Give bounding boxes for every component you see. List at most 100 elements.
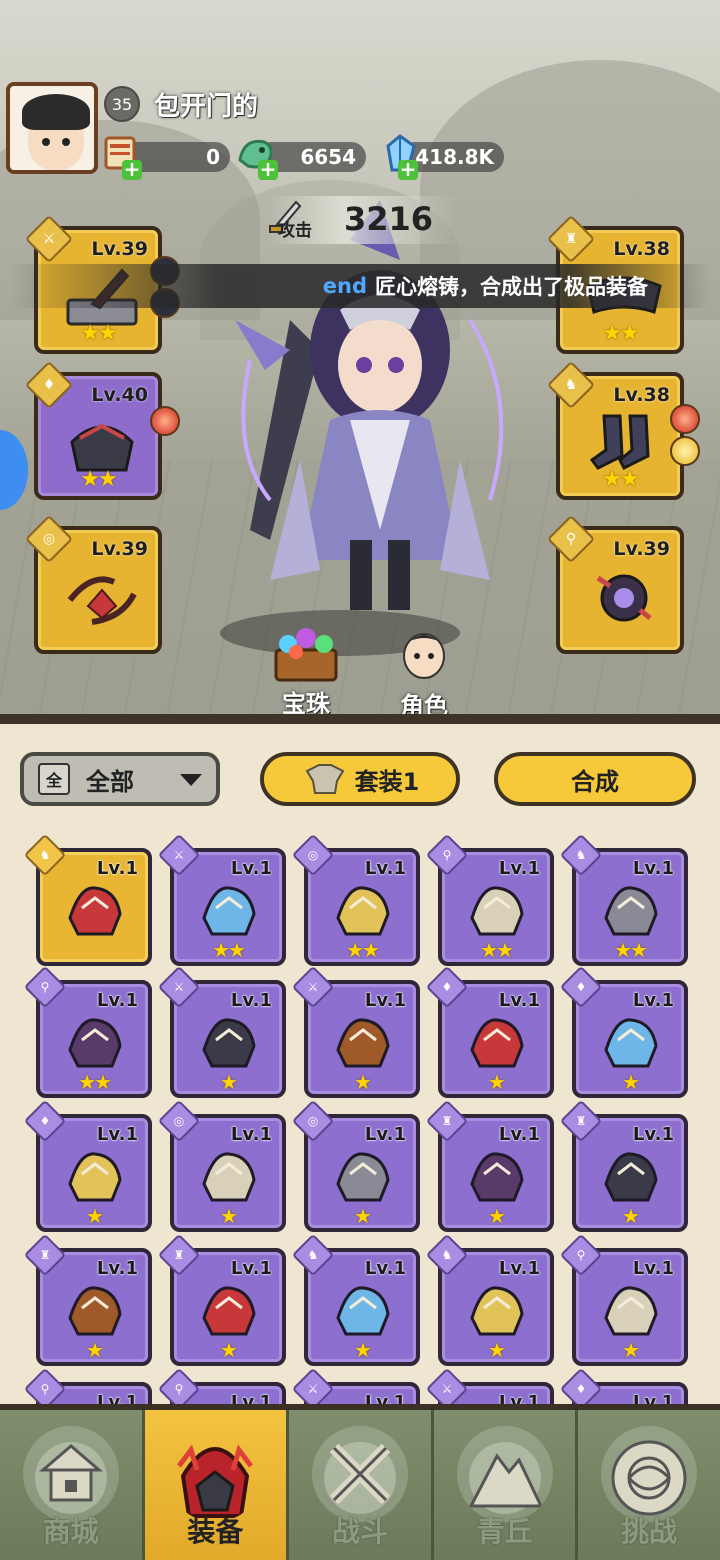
slot-type-icon: ♜ (23, 1233, 67, 1277)
equip-stars: ★★ (80, 467, 117, 492)
slot-type-icon: ♜ (559, 1099, 603, 1143)
item-stars: ★ (354, 1338, 372, 1362)
item-level: Lv.1 (96, 1258, 138, 1279)
inventory-item[interactable]: ♞ Lv.1 ★ (425, 1233, 554, 1366)
nav-equipment[interactable]: 装备 (144, 1410, 290, 1560)
item-level: Lv.1 (364, 1258, 406, 1279)
inventory-item[interactable]: ⚔ Lv.1 ★★ (157, 833, 286, 966)
set-button[interactable]: 套装1 (260, 752, 460, 806)
dark-belt-icon (68, 1286, 122, 1336)
lava-boots-icon (336, 1286, 390, 1336)
item-stars: ★★ (480, 938, 514, 962)
attack-label: 攻击 (278, 221, 312, 241)
inventory-item[interactable]: ♦ Lv.1 ★ (425, 965, 554, 1098)
inventory-item[interactable]: ♜ Lv.1 ★ (559, 1099, 688, 1232)
inventory-item[interactable]: ⚲ Lv.1 ★★ (23, 965, 152, 1098)
gold-gem-icon[interactable] (670, 436, 700, 466)
filter-label: 全部 (86, 767, 134, 796)
item-stars: ★★ (212, 938, 246, 962)
inventory-item[interactable]: ⚔ Lv.1 ★ (157, 965, 286, 1098)
item-stars: ★ (488, 1204, 506, 1228)
item-level: Lv.1 (96, 858, 138, 879)
slot-type-icon: ◎ (291, 833, 335, 877)
compose-label: 合成 (571, 767, 619, 796)
item-stars: ★★ (346, 938, 380, 962)
nav-label: 商城 (42, 1515, 99, 1548)
claw-necklace-icon (68, 1018, 122, 1068)
nav-label: 战斗 (331, 1515, 388, 1548)
item-level: Lv.1 (498, 858, 540, 879)
gold-armor-icon (68, 1152, 122, 1202)
equip-level: Lv.39 (91, 238, 148, 260)
item-level: Lv.1 (230, 990, 272, 1011)
slot-type-icon: ⚲ (559, 1233, 603, 1277)
item-level: Lv.1 (364, 1124, 406, 1145)
item-stars: ★ (622, 1338, 640, 1362)
inventory-item[interactable]: ♜ Lv.1 ★ (425, 1099, 554, 1232)
inventory-item[interactable]: ⚔ Lv.1 ★ (291, 965, 420, 1098)
equip-level: Lv.40 (91, 384, 148, 406)
red-gem-icon[interactable] (670, 404, 700, 434)
caret-down-icon (180, 774, 202, 786)
item-level: Lv.1 (230, 858, 272, 879)
nav-challenge[interactable]: 挑战 (578, 1410, 720, 1560)
item-stars: ★ (220, 1204, 238, 1228)
inventory-item[interactable]: ◎ Lv.1 ★ (157, 1099, 286, 1232)
slot-type-icon: ⚔ (157, 833, 201, 877)
slot-type-icon: ⚲ (425, 833, 469, 877)
red-gem-icon[interactable] (150, 406, 180, 436)
character-scene: 35 包开门的 0 + 6654 + 418.8K + 攻击 3216 ⚔ Lv… (0, 0, 720, 720)
equipment-icon (177, 1444, 254, 1518)
red-helmet-icon (470, 1018, 524, 1068)
gems-button[interactable]: 宝珠 (256, 622, 356, 719)
item-level: Lv.1 (632, 1258, 674, 1279)
slot-type-icon: ◎ (291, 1099, 335, 1143)
add-crystal-icon[interactable]: + (398, 159, 418, 180)
item-stars: ★ (220, 1070, 238, 1094)
player-name: 包开门的 (154, 92, 259, 122)
flame-pendant-icon (604, 1286, 658, 1336)
inventory-item[interactable]: ♞ Lv.1 ★★ (559, 833, 688, 966)
nav-battle[interactable]: 战斗 (289, 1410, 434, 1560)
gold-boots-icon (604, 886, 658, 936)
inventory-item[interactable]: ⚲ Lv.1 ★ (559, 1233, 688, 1366)
horn-belt-icon (202, 1286, 256, 1336)
golden-staff-icon (336, 1018, 390, 1068)
frost-belt-icon (604, 1152, 658, 1202)
inventory-item[interactable]: ♜ Lv.1 ★ (157, 1233, 286, 1366)
item-level: Lv.1 (230, 1258, 272, 1279)
add-jade-icon[interactable]: + (258, 159, 278, 180)
equip-slot-bracelet[interactable]: ◎ Lv.39 (24, 514, 162, 654)
ice-helmet-icon (604, 1018, 658, 1068)
compose-button[interactable]: 合成 (494, 752, 696, 806)
inventory-item[interactable]: ♜ Lv.1 ★ (23, 1233, 152, 1366)
item-stars: ★ (86, 1204, 104, 1228)
character-button[interactable]: 角色 (374, 622, 474, 720)
scene-divider (0, 714, 720, 724)
nav-qingqiu[interactable]: 青丘 (433, 1410, 579, 1560)
inventory-item[interactable]: ◎ Lv.1 ★★ (291, 833, 420, 966)
add-ticket-icon[interactable]: + (122, 159, 142, 180)
equip-slot-armor[interactable]: ♦ Lv.40 ★★ (24, 360, 162, 500)
inventory-item[interactable]: ♦ Lv.1 ★ (559, 965, 688, 1098)
item-level: Lv.1 (364, 858, 406, 879)
player-avatar[interactable] (6, 82, 98, 174)
armor-slot-icon: ♦ (24, 360, 74, 410)
item-stars: ★ (622, 1070, 640, 1094)
equip-slot-necklace[interactable]: ⚲ Lv.39 (546, 514, 684, 654)
inventory-item[interactable]: ◎ Lv.1 ★ (291, 1099, 420, 1232)
frost-boots-icon (470, 1286, 524, 1336)
equip-slot-boots[interactable]: ♞ Lv.38 ★★ (546, 360, 684, 500)
broadcast-user[interactable]: end (323, 274, 367, 298)
inventory-item[interactable]: ♞ Lv.1 (23, 833, 152, 966)
attack-value: 3216 (344, 200, 434, 238)
treasure-chest-icon (274, 628, 338, 682)
slot-type-icon: ♜ (157, 1233, 201, 1277)
nav-shop[interactable]: 商城 (0, 1410, 145, 1560)
avatar-eye (42, 138, 50, 146)
filter-dropdown[interactable]: 全 全部 (20, 752, 220, 806)
inventory-item[interactable]: ⚲ Lv.1 ★★ (425, 833, 554, 966)
armor-set-icon (305, 764, 345, 794)
inventory-item[interactable]: ♞ Lv.1 ★ (291, 1233, 420, 1366)
inventory-item[interactable]: ♦ Lv.1 ★ (23, 1099, 152, 1232)
